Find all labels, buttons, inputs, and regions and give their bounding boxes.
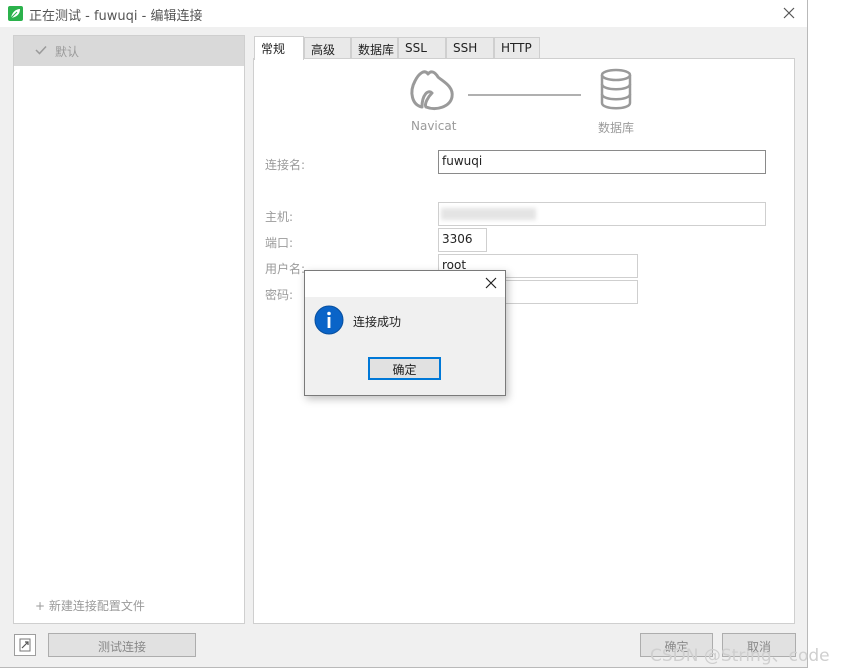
- navicat-leaf-icon: [8, 6, 23, 21]
- tab-ssl[interactable]: SSL: [398, 37, 446, 58]
- database-icon: [600, 68, 632, 110]
- password-label: 密码:: [265, 288, 294, 302]
- redacted-host: [441, 208, 536, 220]
- tab-general[interactable]: 常规: [254, 36, 304, 60]
- share-profile-icon[interactable]: [14, 634, 36, 656]
- profile-sidebar: 默认 + 新建连接配置文件: [13, 35, 245, 624]
- sidebar-item-default[interactable]: 默认: [14, 36, 244, 66]
- tab-advanced[interactable]: 高级: [304, 37, 351, 58]
- sidebar-item-label: 默认: [55, 45, 80, 59]
- dialog-message: 连接成功: [353, 315, 402, 329]
- dialog-close-icon[interactable]: [483, 275, 499, 294]
- connection-graphic: [410, 68, 632, 111]
- check-icon: [35, 44, 47, 59]
- connection-name-field[interactable]: fuwuqi: [438, 150, 766, 174]
- host-field[interactable]: [438, 202, 766, 226]
- dialog-title-bar: [305, 271, 505, 297]
- connection-name-label: 连接名:: [265, 158, 306, 172]
- title-bar: 正在测试 - fuwuqi - 编辑连接: [0, 0, 807, 27]
- close-icon[interactable]: [779, 3, 799, 23]
- new-profile-link[interactable]: + 新建连接配置文件: [35, 597, 145, 614]
- tab-http[interactable]: HTTP: [494, 37, 540, 58]
- navicat-logo-icon: [410, 70, 454, 111]
- dialog-ok-button[interactable]: 确定: [368, 357, 441, 380]
- success-dialog: 连接成功 确定: [304, 270, 506, 396]
- port-field[interactable]: 3306: [438, 228, 487, 252]
- navicat-caption: Navicat: [411, 119, 457, 133]
- watermark: CSDN @String、code: [650, 646, 830, 666]
- username-label: 用户名:: [265, 262, 306, 276]
- database-caption: 数据库: [598, 121, 635, 135]
- test-connection-button[interactable]: 测试连接: [48, 633, 196, 657]
- port-label: 端口:: [265, 236, 294, 250]
- window-title: 正在测试 - fuwuqi - 编辑连接: [29, 9, 203, 24]
- tab-ssh[interactable]: SSH: [446, 37, 494, 58]
- host-label: 主机:: [265, 210, 294, 224]
- info-icon: [314, 305, 344, 335]
- tab-database[interactable]: 数据库: [351, 37, 398, 58]
